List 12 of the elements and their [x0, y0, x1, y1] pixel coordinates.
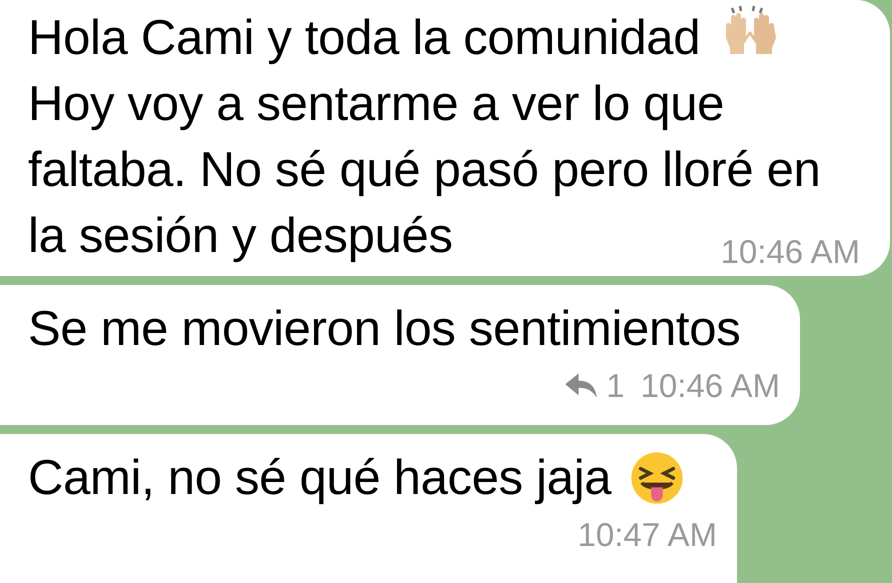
- message-time: 10:47 AM: [578, 514, 717, 554]
- message-text: la sesión y después: [28, 208, 453, 264]
- reply-count: 1: [606, 366, 625, 406]
- message-time: 10:46 AM: [720, 232, 860, 272]
- message-text: faltaba. No sé qué pasó pero lloré en: [28, 142, 820, 198]
- message-text: Hoy voy a sentarme a ver lo que: [28, 76, 724, 132]
- message-text: Hola Cami y toda la comunidad: [28, 10, 700, 66]
- message-time: 10:46 AM: [640, 366, 780, 406]
- message-text: Cami, no sé qué haces jaja: [28, 450, 612, 506]
- face-icon: [629, 450, 686, 506]
- message-text: Se me movieron los sentimientos: [28, 301, 740, 357]
- reply-icon: [564, 372, 598, 400]
